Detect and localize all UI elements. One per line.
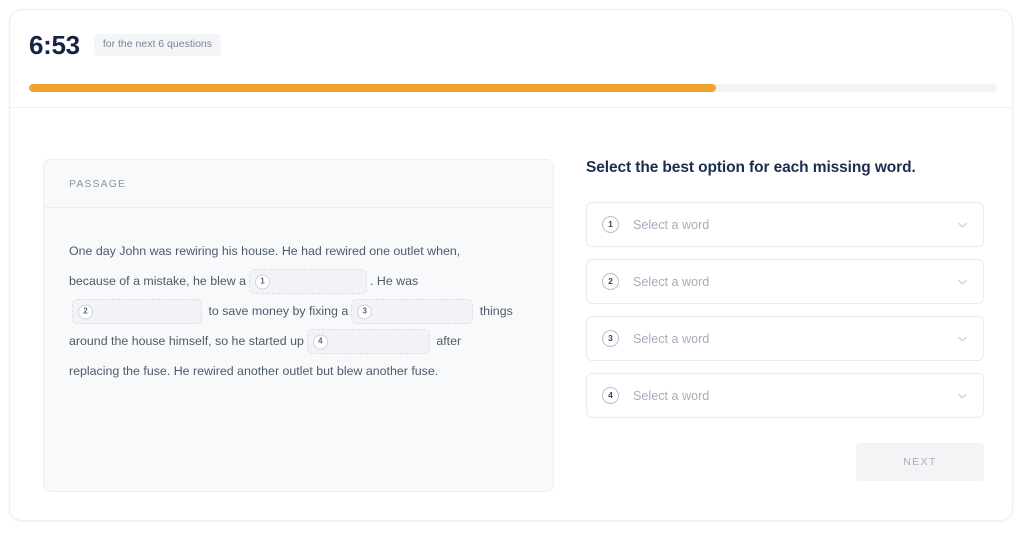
select-number-badge: 1 (602, 216, 619, 233)
blank-number-badge: 2 (78, 304, 93, 320)
quiz-header: 6:53 for the next 6 questions (10, 10, 1012, 108)
word-select-list: 1 Select a word 2 Select a word 3 Select… (586, 202, 984, 418)
passage-segment: things (479, 304, 513, 318)
word-select-2[interactable]: 2 Select a word (586, 259, 984, 304)
answer-panel: Select the best option for each missing … (586, 159, 984, 481)
progress-bar-fill (29, 84, 717, 92)
answer-panel-title: Select the best option for each missing … (586, 159, 916, 176)
passage-segment: replacing the fuse. He rewired another o… (69, 364, 439, 378)
timer-value: 6:53 (29, 30, 80, 60)
passage-segment: because of a mistake, he blew a (69, 274, 247, 288)
passage-blank-3[interactable]: 3 (351, 299, 474, 325)
passage-segment: to save money by fixing a (208, 304, 349, 318)
word-select-1[interactable]: 1 Select a word (586, 202, 984, 247)
passage-label: PASSAGE (69, 177, 127, 190)
word-select-4[interactable]: 4 Select a word (586, 373, 984, 418)
passage-panel: PASSAGE One day John was rewiring his ho… (43, 159, 554, 492)
chevron-down-icon[interactable] (957, 390, 968, 401)
passage-header: PASSAGE (44, 160, 553, 208)
select-placeholder: Select a word (633, 274, 710, 289)
quiz-body: PASSAGE One day John was rewiring his ho… (10, 108, 1012, 520)
chevron-down-icon[interactable] (957, 219, 968, 230)
passage-segment: around the house himself, so he started … (69, 334, 304, 348)
quiz-card: 6:53 for the next 6 questions PASSAGE On… (9, 9, 1013, 521)
passage-text: One day John was rewiring his house. He … (44, 208, 553, 386)
passage-segment: after (436, 334, 462, 348)
blank-number-badge: 4 (312, 334, 328, 350)
select-placeholder: Select a word (633, 388, 710, 403)
next-button[interactable]: NEXT (856, 443, 984, 481)
passage-blank-4[interactable]: 4 (306, 329, 430, 355)
passage-blank-2[interactable]: 2 (72, 299, 202, 325)
chevron-down-icon[interactable] (957, 333, 968, 344)
passage-segment: One day John was rewiring his house. He … (69, 244, 461, 258)
select-number-badge: 3 (602, 330, 619, 347)
passage-segment: . He was (370, 274, 419, 288)
select-placeholder: Select a word (633, 217, 710, 232)
blank-number-badge: 3 (357, 304, 373, 320)
chevron-down-icon[interactable] (957, 276, 968, 287)
progress-bar-track (29, 84, 997, 92)
select-placeholder: Select a word (633, 331, 710, 346)
timer-note-badge: for the next 6 questions (93, 34, 221, 56)
word-select-3[interactable]: 3 Select a word (586, 316, 984, 361)
select-number-badge: 4 (602, 387, 619, 404)
next-button-row: NEXT (586, 443, 984, 481)
timer-row: 6:53 for the next 6 questions (29, 32, 221, 58)
passage-blank-1[interactable]: 1 (249, 269, 368, 295)
select-number-badge: 2 (602, 273, 619, 290)
blank-number-badge: 1 (255, 274, 271, 290)
